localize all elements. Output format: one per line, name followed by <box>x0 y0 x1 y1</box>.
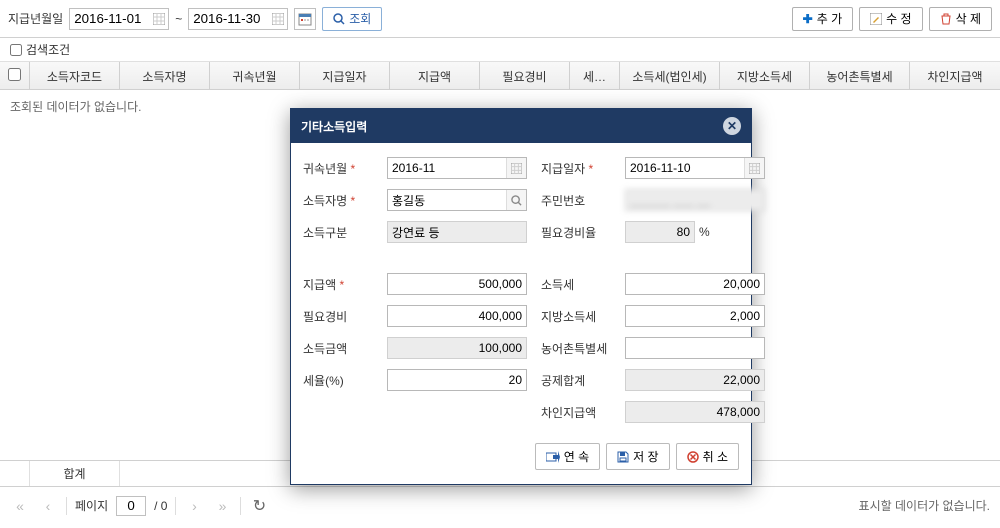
filter-label: 검색조건 <box>26 41 70 58</box>
date-from-input[interactable] <box>70 9 150 29</box>
col-expense[interactable]: 필요경비 <box>480 62 570 89</box>
grid-icon[interactable] <box>506 158 526 178</box>
pencil-icon <box>870 13 882 25</box>
expense-rate-display <box>625 221 695 243</box>
modal-header: 기타소득입력 ✕ <box>291 109 751 143</box>
continuous-icon <box>546 451 560 463</box>
calendar-button[interactable] <box>294 8 316 30</box>
trash-icon <box>940 13 952 25</box>
tax-rate-label: 세율(%) <box>303 372 373 389</box>
close-icon[interactable]: ✕ <box>723 117 741 135</box>
continuous-button[interactable]: 연 속 <box>535 443 600 470</box>
resident-no-display <box>625 189 765 211</box>
select-all-checkbox[interactable] <box>8 68 21 81</box>
pager-first-button[interactable]: « <box>10 496 30 516</box>
col-earner-code[interactable]: 소득자코드 <box>30 62 120 89</box>
deduct-total-label: 공제합계 <box>541 372 611 389</box>
summary-label: 합계 <box>30 461 120 486</box>
income-amount-display <box>387 337 527 359</box>
local-tax-input[interactable] <box>625 305 765 327</box>
search-button-label: 조회 <box>349 10 371 27</box>
edit-button-label: 수 정 <box>886 10 911 27</box>
net-pay-label: 차인지급액 <box>541 404 611 421</box>
deduct-total-display <box>625 369 765 391</box>
pager-prev-button[interactable]: ‹ <box>38 496 58 516</box>
pager-page-label: 페이지 <box>75 497 108 514</box>
pager-refresh-button[interactable]: ↻ <box>249 496 269 516</box>
other-income-modal: 기타소득입력 ✕ 귀속년월 지급일자 소득자명 주민번호 <box>290 108 752 485</box>
date-to-box[interactable] <box>188 8 288 30</box>
col-net-pay[interactable]: 차인지급액 <box>910 62 1000 89</box>
income-tax-input[interactable] <box>625 273 765 295</box>
percent-label: % <box>699 225 710 239</box>
income-tax-label: 소득세 <box>541 276 611 293</box>
col-local-tax[interactable]: 지방소득세 <box>720 62 810 89</box>
pager-status-text: 표시할 데이터가 없습니다. <box>859 497 990 514</box>
delete-button[interactable]: 삭 제 <box>929 7 992 31</box>
edit-button[interactable]: 수 정 <box>859 7 922 31</box>
calendar-icon <box>298 12 312 26</box>
local-tax-label: 지방소득세 <box>541 308 611 325</box>
search-icon <box>333 13 345 25</box>
income-type-label: 소득구분 <box>303 224 373 241</box>
grid-empty-text: 조회된 데이터가 없습니다. <box>10 100 141 114</box>
top-toolbar: 지급년월일 ~ 조회 ✚ 추 가 <box>0 0 1000 38</box>
col-attr-month[interactable]: 귀속년월 <box>210 62 300 89</box>
rural-tax-label: 농어촌특별세 <box>541 340 611 357</box>
modal-footer: 연 속 저 장 취 소 <box>291 433 751 484</box>
grid-icon[interactable] <box>150 10 168 28</box>
pager-next-button[interactable]: › <box>184 496 204 516</box>
modal-title: 기타소득입력 <box>301 118 367 135</box>
filter-bar: 검색조건 <box>0 38 1000 62</box>
col-pay-date[interactable]: 지급일자 <box>300 62 390 89</box>
grid-header: 소득자코드 소득자명 귀속년월 지급일자 지급액 필요경비 세… 소득세(법인세… <box>0 62 1000 90</box>
pay-date-label: 지급일자 <box>541 160 611 177</box>
pager: « ‹ 페이지 / 0 › » ↻ 표시할 데이터가 없습니다. <box>0 486 1000 524</box>
col-income-tax[interactable]: 소득세(법인세) <box>620 62 720 89</box>
save-icon <box>617 451 629 463</box>
expense-input[interactable] <box>387 305 527 327</box>
col-pay-amount[interactable]: 지급액 <box>390 62 480 89</box>
save-button[interactable]: 저 장 <box>606 443 669 470</box>
attr-month-label: 귀속년월 <box>303 160 373 177</box>
pay-amount-label: 지급액 <box>303 276 373 293</box>
pager-last-button[interactable]: » <box>212 496 232 516</box>
tax-rate-input[interactable] <box>387 369 527 391</box>
save-button-label: 저 장 <box>633 448 658 465</box>
col-earner-name[interactable]: 소득자명 <box>120 62 210 89</box>
expense-rate-label: 필요경비율 <box>541 224 611 241</box>
pager-page-total: / 0 <box>154 499 167 513</box>
date-from-box[interactable] <box>69 8 169 30</box>
expense-label: 필요경비 <box>303 308 373 325</box>
rural-tax-input[interactable] <box>625 337 765 359</box>
resident-no-label: 주민번호 <box>541 192 611 209</box>
continuous-button-label: 연 속 <box>564 448 589 465</box>
search-icon[interactable] <box>506 190 526 210</box>
cancel-button[interactable]: 취 소 <box>676 443 739 470</box>
earner-name-label: 소득자명 <box>303 192 373 209</box>
delete-button-label: 삭 제 <box>956 10 981 27</box>
header-checkbox-cell <box>0 62 30 89</box>
date-to-input[interactable] <box>189 9 269 29</box>
grid-icon[interactable] <box>744 158 764 178</box>
cancel-icon <box>687 451 699 463</box>
col-rural-tax[interactable]: 농어촌특별세 <box>810 62 910 89</box>
income-amount-label: 소득금액 <box>303 340 373 357</box>
col-tax-abbrev[interactable]: 세… <box>570 62 620 89</box>
plus-icon: ✚ <box>803 12 813 26</box>
filter-checkbox[interactable] <box>10 44 22 56</box>
search-button[interactable]: 조회 <box>322 7 382 31</box>
pay-amount-input[interactable] <box>387 273 527 295</box>
pager-page-input[interactable] <box>116 496 146 516</box>
tilde-label: ~ <box>175 12 182 26</box>
add-button-label: 추 가 <box>817 10 842 27</box>
add-button[interactable]: ✚ 추 가 <box>792 7 853 31</box>
cancel-button-label: 취 소 <box>703 448 728 465</box>
pay-date-label: 지급년월일 <box>8 10 63 27</box>
income-type-display <box>387 221 527 243</box>
net-pay-display <box>625 401 765 423</box>
grid-icon[interactable] <box>269 10 287 28</box>
